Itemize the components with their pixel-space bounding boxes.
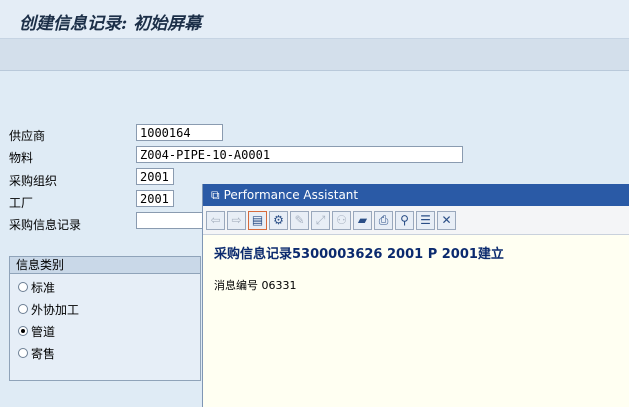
page-title: 创建信息记录: 初始屏幕 <box>19 14 202 34</box>
radio-circle-selected <box>18 326 28 336</box>
radio-circle <box>18 348 28 358</box>
radio-label: 管道 <box>31 324 56 339</box>
radio-pipeline[interactable]: 管道 <box>18 323 55 339</box>
radio-label: 标准 <box>31 280 56 295</box>
assistant-title-bar[interactable]: ⧉ Performance Assistant <box>203 184 629 206</box>
close-icon[interactable]: ✕ <box>437 210 456 230</box>
message-number: 消息编号 06331 <box>214 279 297 292</box>
document-icon[interactable]: ▤ <box>248 210 267 230</box>
info-record-label: 采购信息记录 <box>9 218 82 232</box>
info-category-title: 信息类别 <box>10 257 200 274</box>
material-field[interactable]: Z004-PIPE-10-A0001 <box>136 146 463 163</box>
title-bar: 创建信息记录: 初始屏幕 <box>0 0 629 39</box>
radio-label: 寄售 <box>31 346 56 361</box>
technical-info-icon[interactable]: ⚙ <box>269 210 288 230</box>
print-icon[interactable]: ⎙ <box>374 210 393 230</box>
plant-label: 工厂 <box>9 196 34 210</box>
assistant-title: Performance Assistant <box>223 188 359 202</box>
material-label: 物料 <box>9 151 34 165</box>
radio-circle <box>18 282 28 292</box>
edit-icon[interactable]: ✎ <box>290 210 309 230</box>
forward-arrow-icon[interactable]: ⇨ <box>227 210 246 230</box>
link-icon[interactable]: ⤢ <box>311 210 330 230</box>
radio-subcontracting[interactable]: 外协加工 <box>18 301 79 317</box>
window-icon: ⧉ <box>211 188 220 202</box>
radio-standard[interactable]: 标准 <box>18 279 55 295</box>
purch-org-label: 采购组织 <box>9 174 58 188</box>
radio-label: 外协加工 <box>31 302 80 317</box>
bookmark-icon[interactable]: ▰ <box>353 210 372 230</box>
radio-consignment[interactable]: 寄售 <box>18 345 55 361</box>
glasses-icon[interactable]: ⚇ <box>332 210 351 230</box>
vendor-label: 供应商 <box>9 129 46 143</box>
application-toolbar <box>0 39 629 71</box>
assistant-message: 采购信息记录5300003626 2001 P 2001建立 <box>214 247 504 262</box>
assistant-toolbar: ⇦ ⇨ ▤ ⚙ ✎ ⤢ ⚇ ▰ ⎙ ⚲ ☰ ✕ <box>203 206 629 235</box>
radio-circle <box>18 304 28 314</box>
search-icon[interactable]: ⚲ <box>395 210 414 230</box>
info-category-group: 信息类别 标准 外协加工 管道 寄售 <box>9 256 201 381</box>
purch-org-field[interactable]: 2001 <box>136 168 174 185</box>
performance-assistant-window: ⧉ Performance Assistant ⇦ ⇨ ▤ ⚙ ✎ ⤢ ⚇ ▰ … <box>202 184 629 407</box>
info-record-field[interactable] <box>136 212 206 229</box>
settings-icon[interactable]: ☰ <box>416 210 435 230</box>
plant-field[interactable]: 2001 <box>136 190 174 207</box>
back-arrow-icon[interactable]: ⇦ <box>206 210 225 230</box>
vendor-field[interactable]: 1000164 <box>136 124 223 141</box>
